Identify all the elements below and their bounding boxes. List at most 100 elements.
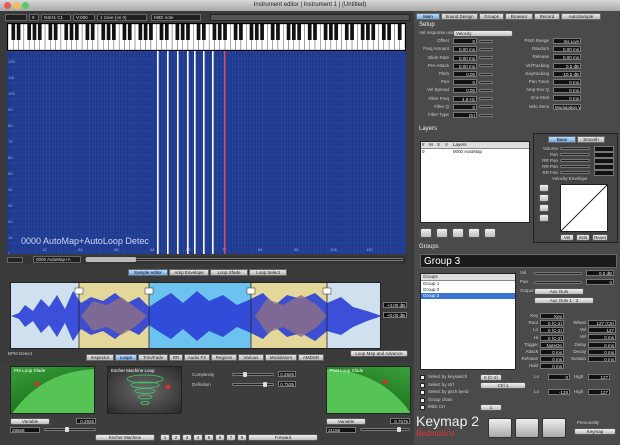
envelope-tool-button[interactable] (539, 204, 549, 212)
toolbar-field-1[interactable] (5, 14, 27, 21)
group-key-value[interactable]: 0 ms (540, 363, 564, 370)
setup-slider[interactable] (479, 56, 493, 60)
black-key[interactable] (138, 24, 143, 40)
setup-value[interactable]: 0 (453, 38, 477, 45)
close-icon[interactable] (4, 2, 11, 9)
groups-list[interactable]: Groups Group 1 Group 2 Group 3 (420, 273, 516, 370)
black-key[interactable] (69, 24, 74, 40)
black-key[interactable] (260, 24, 264, 40)
number-button-4[interactable]: 4 (193, 434, 203, 441)
zone-marker[interactable] (187, 51, 189, 254)
group-key-value[interactable]: 0 ms (588, 348, 616, 355)
black-key[interactable] (239, 24, 243, 40)
mapping-grid[interactable]: 1201101009080706050403020100122436486072… (7, 51, 406, 254)
number-button-1[interactable]: 1 (160, 434, 170, 441)
black-key[interactable] (254, 24, 259, 40)
group-output-select[interactable]: Aux Outs (534, 288, 584, 295)
definition-slider[interactable] (232, 382, 274, 387)
post-slider[interactable] (360, 427, 410, 432)
post-value-b[interactable]: 31156 (326, 427, 356, 433)
setup-slider[interactable] (479, 39, 493, 43)
envelope-tool-button[interactable] (539, 214, 549, 222)
black-key[interactable] (127, 24, 132, 40)
group-param-slider[interactable] (534, 271, 582, 275)
setup-value[interactable]: Ort (453, 112, 477, 118)
black-key[interactable] (223, 24, 227, 40)
zone-marker[interactable] (157, 51, 159, 254)
black-key[interactable] (297, 24, 301, 40)
black-key[interactable] (307, 24, 312, 40)
black-key[interactable] (90, 24, 95, 40)
layer-param-slider[interactable] (560, 153, 590, 156)
pre-slider[interactable] (44, 427, 96, 432)
black-key[interactable] (159, 24, 164, 40)
black-key[interactable] (313, 24, 317, 40)
pre-variable-select[interactable]: Variable (10, 418, 50, 425)
black-key[interactable] (149, 24, 153, 40)
black-key[interactable] (112, 24, 116, 40)
black-key[interactable] (286, 24, 291, 40)
key-velocity-map[interactable]: 1201101009080706050403020100122436486072… (7, 51, 406, 254)
layer-action-button[interactable] (420, 228, 432, 238)
black-key[interactable] (101, 24, 106, 40)
setup-slider[interactable] (479, 97, 493, 101)
group-param-value[interactable]: 0.0 dB (586, 270, 614, 276)
piano-keys[interactable] (7, 23, 406, 51)
black-key[interactable] (64, 24, 69, 40)
number-button-6[interactable]: 6 (215, 434, 225, 441)
waveform-graphic[interactable] (11, 283, 381, 349)
layers-row[interactable]: 0 0000 AutoMap (421, 149, 529, 155)
group-checkbox[interactable] (420, 390, 425, 395)
group-key-value[interactable]: NoteOn (540, 341, 564, 348)
map-horizontal-scrollbar[interactable] (85, 257, 403, 262)
black-key[interactable] (16, 24, 21, 40)
group-range-value[interactable]: 127 (588, 374, 610, 380)
stretch-mode-icon[interactable] (542, 418, 566, 438)
black-key[interactable] (381, 24, 386, 40)
loop-map-advance-button[interactable]: Loop Map and Advance (350, 350, 408, 357)
zoom-bottom-field[interactable]: +0.00 dB (383, 312, 407, 318)
black-key[interactable] (397, 24, 402, 40)
black-key[interactable] (11, 24, 16, 40)
group-name-field[interactable]: Group 3 (420, 254, 617, 268)
group-key-value[interactable]: Key (540, 313, 564, 319)
tab-rr[interactable]: RR (169, 354, 183, 361)
black-key[interactable] (366, 24, 370, 40)
group-check-select[interactable]: 0 (C-2) (480, 374, 502, 381)
setup-value[interactable]: Ins Live (553, 38, 581, 44)
group-check-select[interactable]: Ctrl 1 (480, 381, 526, 389)
complexity-value[interactable]: 0.2926 (278, 371, 296, 377)
toolbar-velocity-field[interactable]: V:000 (73, 14, 95, 21)
black-key[interactable] (344, 24, 349, 40)
group-param-value[interactable]: 0 (586, 279, 614, 285)
piano-keyboard[interactable] (7, 23, 406, 51)
zone-checkbox[interactable] (7, 257, 23, 263)
personality-select[interactable]: Keymap (574, 428, 616, 435)
tab-modulators[interactable]: Modulators (265, 354, 297, 361)
black-key[interactable] (48, 24, 53, 40)
loop-mode-icon[interactable] (515, 418, 539, 438)
layer-action-button[interactable] (468, 228, 480, 238)
toolbar-zone-field[interactable]: 1 zone (on 0) (97, 14, 147, 21)
layer-action-button[interactable] (452, 228, 464, 238)
black-key[interactable] (202, 24, 206, 40)
black-key[interactable] (27, 24, 32, 40)
layer-param-slider[interactable] (560, 171, 590, 174)
black-key[interactable] (323, 24, 328, 40)
tab-sound-design[interactable]: Sound Design (441, 13, 478, 20)
layer-action-button[interactable] (484, 228, 496, 238)
black-key[interactable] (180, 24, 185, 40)
layer-msv[interactable] (429, 149, 453, 155)
group-item-3[interactable]: Group 3 (421, 293, 515, 299)
zone-selector[interactable]: 0000 AutoMap+A (33, 256, 81, 263)
setup-value[interactable]: 0.00 ms (453, 54, 477, 61)
layer-param-value[interactable] (594, 170, 614, 176)
black-key[interactable] (217, 24, 222, 40)
setup-value[interactable]: 0.00 ms (453, 62, 477, 69)
black-key[interactable] (291, 24, 296, 40)
sample-waveform[interactable] (10, 282, 381, 349)
setup-value[interactable]: 0 ms (553, 79, 581, 85)
black-key[interactable] (371, 24, 376, 40)
black-key[interactable] (233, 24, 238, 40)
black-key[interactable] (249, 24, 254, 40)
